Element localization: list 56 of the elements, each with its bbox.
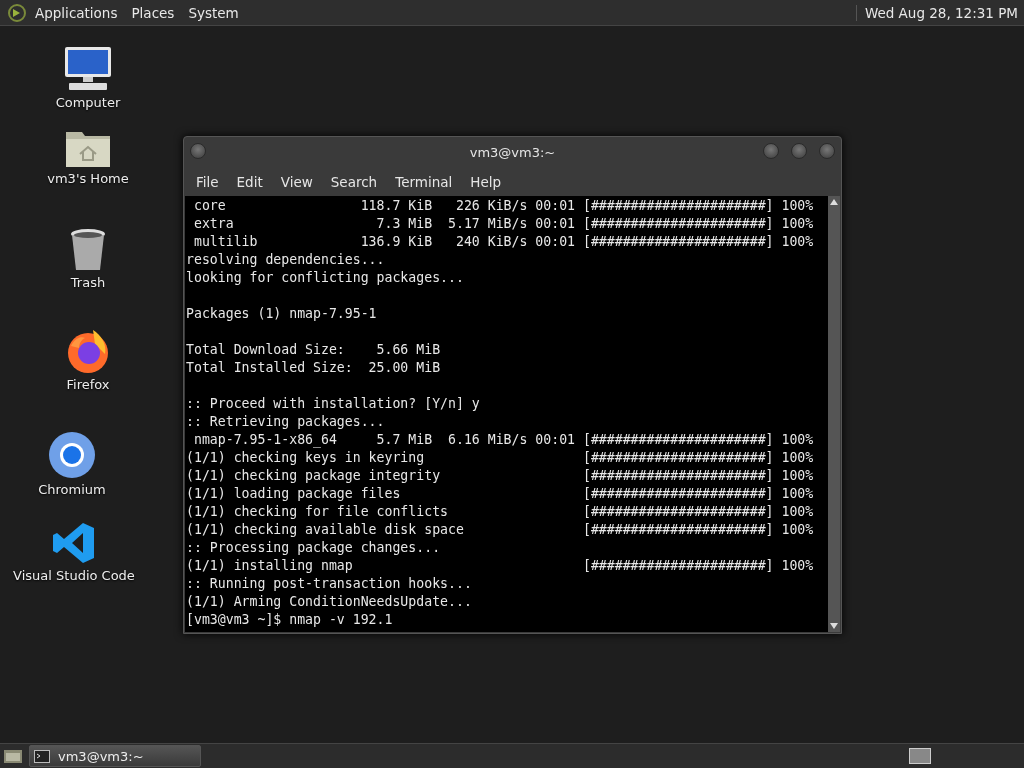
scroll-up-icon[interactable]	[830, 199, 838, 205]
terminal-line: :: Proceed with installation? [Y/n] y	[186, 395, 481, 413]
terminal-line: Packages (1) nmap-7.95-1	[186, 305, 378, 323]
desktop-icon-label[interactable]: Chromium	[38, 482, 106, 497]
terminal-line: looking for conflicting packages...	[186, 269, 465, 287]
terminal-line: core 118.7 KiB 226 KiB/s 00:01 [######################] 100%	[192, 197, 815, 215]
terminal-line: (1/1) checking available disk space [######################] 100%	[186, 521, 815, 539]
workspace-switcher-icon[interactable]	[909, 748, 931, 764]
maximize-button[interactable]	[791, 143, 807, 159]
minimize-button[interactable]	[763, 143, 779, 159]
terminal-line: nmap-7.95-1-x86_64 5.7 MiB 6.16 MiB/s 00:01 [######################] 100%	[192, 431, 815, 449]
terminal-line: (1/1) loading package files [######################] 100%	[186, 485, 815, 503]
terminal-line: resolving dependencies...	[186, 251, 386, 269]
terminal-line: (1/1) Arming ConditionNeedsUpdate...	[186, 593, 473, 611]
panel-menu[interactable]: Places	[126, 4, 180, 21]
panel-menu[interactable]: Applications	[30, 4, 123, 21]
terminal-line: (1/1) installing nmap [######################] 100%	[186, 557, 815, 575]
window-menu-button[interactable]	[190, 143, 206, 159]
menu-item[interactable]: Help	[462, 173, 510, 190]
terminal-icon	[34, 749, 50, 763]
computer-icon	[63, 46, 113, 92]
terminal-line: extra 7.3 MiB 5.17 MiB/s 00:01 [######################] 100%	[192, 215, 815, 233]
menu-item[interactable]: Search	[322, 173, 386, 190]
show-desktop-icon[interactable]	[3, 748, 23, 764]
terminal-line: (1/1) checking for file conflicts [######################] 100%	[186, 503, 815, 521]
taskbar-button[interactable]: vm3@vm3:~	[29, 745, 201, 767]
trash-icon	[69, 228, 107, 272]
chromium-icon	[48, 431, 96, 479]
scrollbar[interactable]	[828, 196, 840, 632]
menu-item[interactable]: File	[188, 173, 227, 190]
code-editor-icon	[52, 521, 96, 565]
terminal-line: Total Installed Size: 25.00 MiB	[186, 359, 442, 377]
terminal-line: (1/1) checking package integrity [######################] 100%	[186, 467, 815, 485]
terminal-line: multilib 136.9 KiB 240 KiB/s 00:01 [######################] 100%	[192, 233, 815, 251]
panel-menu[interactable]: System	[183, 4, 244, 21]
terminal-line: :: Processing package changes...	[186, 539, 442, 557]
terminal-line: :: Running post-transaction hooks...	[186, 575, 473, 593]
menu-item[interactable]: Terminal	[387, 173, 461, 190]
close-button[interactable]	[819, 143, 835, 159]
desktop-icon-label[interactable]: Computer	[55, 95, 121, 110]
scroll-down-icon[interactable]	[830, 623, 838, 629]
firefox-icon	[65, 328, 111, 374]
desktop-icon-label[interactable]: Firefox	[66, 377, 110, 392]
terminal-line: (1/1) checking keys in keyring [######################] 100%	[186, 449, 815, 467]
menu-item[interactable]: Edit	[228, 173, 271, 190]
terminal-line: :: Retrieving packages...	[186, 413, 386, 431]
desktop-icon-label[interactable]: Visual Studio Code	[13, 568, 135, 583]
terminal-line: Total Download Size: 5.66 MiB	[186, 341, 442, 359]
menu-item[interactable]: View	[272, 173, 321, 190]
desktop-icon-label[interactable]: Trash	[70, 275, 106, 290]
clock[interactable]: Wed Aug 28, 12:31 PM	[855, 4, 1018, 21]
app-menu-icon[interactable]	[8, 3, 26, 22]
desktop-icon-label[interactable]: vm3's Home	[47, 171, 129, 186]
window-title: vm3@vm3:~	[469, 144, 556, 160]
terminal-line: [vm3@vm3 ~]$ nmap -v 192.1	[186, 611, 394, 629]
task-label: vm3@vm3:~	[58, 748, 144, 764]
